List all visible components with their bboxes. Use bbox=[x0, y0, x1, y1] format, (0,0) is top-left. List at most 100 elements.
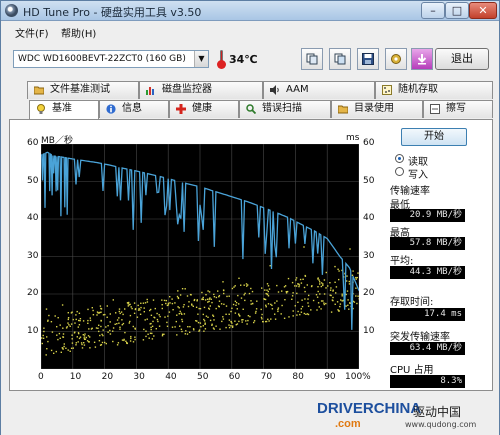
access-time-point bbox=[94, 346, 97, 348]
access-time-point bbox=[184, 288, 186, 290]
access-time-point bbox=[161, 335, 164, 337]
tab-random-access[interactable]: 随机存取 bbox=[375, 81, 493, 99]
thermometer-icon bbox=[217, 50, 226, 69]
access-time-point bbox=[75, 342, 77, 344]
tab-disk-monitor[interactable]: 磁盘监控器 bbox=[139, 81, 263, 99]
x-tick-label: 80 bbox=[292, 372, 304, 382]
access-time-point bbox=[208, 291, 211, 293]
access-time-point bbox=[46, 348, 48, 350]
access-time-point bbox=[253, 321, 255, 324]
access-time-point bbox=[304, 290, 306, 293]
exit-button[interactable]: 退出 bbox=[435, 48, 489, 70]
copy-text-button[interactable] bbox=[301, 48, 323, 70]
access-time-point bbox=[316, 309, 318, 311]
save-button[interactable] bbox=[357, 48, 379, 70]
options-button[interactable] bbox=[385, 48, 407, 70]
chevron-down-icon[interactable]: ▼ bbox=[194, 51, 208, 67]
access-time-point bbox=[55, 350, 57, 353]
access-time-point bbox=[204, 328, 207, 330]
radio-dot[interactable] bbox=[395, 154, 404, 163]
access-time-point bbox=[325, 287, 327, 289]
app-icon bbox=[5, 4, 18, 17]
access-time-point bbox=[193, 298, 196, 301]
access-time-point bbox=[267, 290, 269, 293]
access-time-point bbox=[41, 342, 43, 345]
access-time-point bbox=[203, 320, 206, 322]
access-time-point bbox=[294, 285, 296, 287]
access-time-point bbox=[66, 326, 68, 328]
access-time-point bbox=[317, 278, 319, 280]
start-button[interactable]: 开始 bbox=[401, 128, 467, 146]
maximize-button[interactable]: □ bbox=[445, 2, 469, 19]
close-button[interactable]: ✕ bbox=[469, 2, 497, 19]
access-time-point bbox=[195, 306, 198, 308]
access-time-point bbox=[99, 311, 101, 314]
access-time-point bbox=[295, 285, 298, 287]
access-time-point bbox=[266, 289, 268, 291]
access-time-point bbox=[157, 320, 159, 323]
tab-error-scan[interactable]: 错误扫描 bbox=[239, 100, 331, 118]
access-time-point bbox=[112, 327, 115, 329]
tab-benchmark[interactable]: 基准 bbox=[29, 100, 99, 120]
radio-dot[interactable] bbox=[395, 167, 404, 176]
access-time-point bbox=[297, 310, 299, 313]
access-time-point bbox=[83, 337, 85, 339]
access-time-point bbox=[322, 300, 324, 302]
access-time-point bbox=[330, 311, 333, 313]
access-time-point bbox=[345, 280, 348, 282]
access-time-point bbox=[238, 303, 240, 305]
access-time-point bbox=[267, 318, 269, 320]
access-time-point bbox=[285, 291, 287, 293]
access-time-point bbox=[92, 314, 95, 316]
access-time-point bbox=[256, 300, 258, 302]
access-time-point bbox=[215, 296, 218, 299]
access-time-point bbox=[297, 283, 299, 285]
info-icon bbox=[106, 104, 116, 114]
access-time-point bbox=[260, 316, 263, 319]
access-time-point bbox=[45, 308, 48, 310]
y-tick-label: 50 bbox=[27, 175, 39, 186]
write-radio[interactable]: 写入 bbox=[395, 166, 475, 181]
access-time-point bbox=[180, 328, 183, 330]
max-value: 57.8 MB/秒 bbox=[390, 237, 465, 250]
access-time-point bbox=[62, 333, 65, 335]
access-time-point bbox=[70, 347, 73, 349]
access-time-point bbox=[67, 312, 69, 314]
access-time-point bbox=[208, 307, 210, 309]
logo-domain: .com bbox=[335, 418, 361, 430]
access-time-point bbox=[323, 293, 326, 295]
drive-select[interactable]: WDC WD1600BEVT-22ZCT0 (160 GB) ▼ bbox=[13, 50, 209, 68]
read-radio[interactable]: 读取 bbox=[395, 153, 475, 168]
access-time-point bbox=[221, 320, 223, 323]
access-time-point bbox=[68, 324, 70, 326]
access-time-point bbox=[234, 300, 237, 302]
tab-folder-usage[interactable]: 目录使用 bbox=[331, 100, 423, 118]
download-button[interactable] bbox=[411, 48, 433, 70]
access-time-point bbox=[83, 344, 86, 346]
minimize-button[interactable]: – bbox=[421, 2, 445, 19]
copy-screenshot-button[interactable] bbox=[329, 48, 351, 70]
access-time-point bbox=[166, 321, 168, 324]
access-time-point bbox=[116, 344, 119, 346]
access-time-point bbox=[80, 342, 83, 344]
menu-help[interactable]: 帮助(H) bbox=[61, 25, 96, 40]
access-time-point bbox=[267, 303, 270, 305]
tab-file-benchmark[interactable]: 文件基准测试 bbox=[27, 81, 139, 99]
access-time-point bbox=[284, 285, 287, 287]
access-time-point bbox=[228, 319, 231, 321]
tab-erase[interactable]: 擦写 bbox=[423, 100, 493, 118]
access-time-point bbox=[116, 323, 118, 325]
tab-info[interactable]: 信息 bbox=[99, 100, 169, 118]
tab-aam[interactable]: AAM bbox=[263, 81, 375, 99]
tab-health[interactable]: 健康 bbox=[169, 100, 239, 118]
access-time-point bbox=[209, 297, 211, 299]
random-access-icon bbox=[382, 85, 392, 95]
access-time-point bbox=[213, 319, 215, 321]
access-time-point bbox=[335, 286, 338, 288]
access-time-point bbox=[253, 320, 256, 322]
access-time-point bbox=[261, 318, 263, 320]
access-time-point bbox=[67, 317, 70, 319]
title-bar[interactable]: HD Tune Pro - 硬盘实用工具 v3.50 – □ ✕ bbox=[1, 1, 499, 21]
access-time-point bbox=[222, 318, 225, 320]
menu-file[interactable]: 文件(F) bbox=[15, 25, 49, 40]
